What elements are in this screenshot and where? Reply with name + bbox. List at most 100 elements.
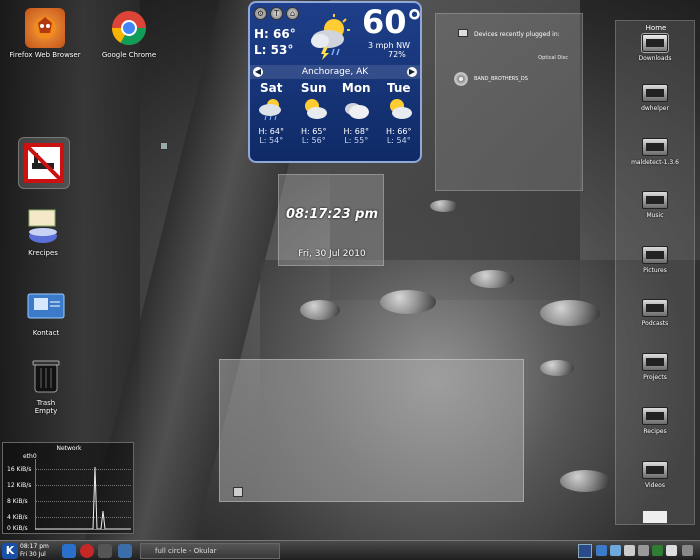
no-entry-icon (18, 137, 70, 189)
partly-cloudy-icon (389, 99, 412, 119)
folder-item[interactable]: Pictures (626, 246, 684, 274)
temperature-unit-icon[interactable]: T (270, 7, 283, 20)
forecast-day: Mon H: 68° L: 55° (335, 81, 378, 145)
folder-name: Projects (643, 374, 667, 381)
small-file-icon[interactable] (160, 142, 168, 150)
digital-clock-widget[interactable]: 08:17:23 pm Fri, 30 Jul 2010 (278, 174, 384, 266)
graph-y-label: 8 KiB/s (7, 498, 28, 505)
widget-handle-icon[interactable] (233, 487, 243, 497)
firefox-icon (25, 8, 65, 48)
tray-network-icon[interactable] (610, 545, 621, 556)
pager-desktop-1[interactable] (578, 544, 592, 558)
folder-icon (642, 461, 668, 479)
water-drop (470, 270, 514, 288)
forecast-low: L: 56° (301, 136, 326, 145)
graph-y-label: 12 KiB/s (7, 482, 32, 489)
home-icon[interactable]: ⌂ (286, 7, 299, 20)
forecast-day-name: Mon (341, 81, 371, 95)
folder-item[interactable]: dwhelper (626, 84, 684, 112)
taskbar-clock-time: 08:17 pm (20, 543, 49, 550)
taskbar-clock-date: Fri 30 Jul (20, 551, 46, 558)
folder-item[interactable]: Podcasts (626, 299, 684, 327)
power-icon[interactable] (80, 544, 94, 558)
clock-date: Fri, 30 Jul 2010 (298, 249, 366, 259)
forecast-day-name: Sat (260, 81, 283, 95)
device-item[interactable]: BAND_BROTHERS_DS (454, 72, 528, 86)
desktop-icon-label: Trash Empty (34, 399, 58, 415)
folder-view-widget: Home Downloads dwhelper maldetect-1.3.6 … (615, 20, 695, 525)
desktop-icon-no-entry[interactable] (4, 137, 84, 189)
current-temperature: 60° (362, 3, 423, 41)
device-name: BAND_BROTHERS_DS (474, 76, 528, 82)
graph-baseline (35, 529, 131, 530)
desktop-icon-chrome[interactable]: Google Chrome (89, 8, 169, 59)
clock-time: 08:17:23 pm (285, 207, 379, 222)
file-icon[interactable] (643, 511, 667, 523)
taskbar-task-label: full circle - Okular (155, 547, 217, 555)
weather-widget: ⚙ T ⌂ H: 66° L: 53° 60° 3 mph NW 72% ◀ A… (248, 1, 423, 163)
folder-name: Podcasts (641, 320, 669, 327)
taskbar-task-okular[interactable]: full circle - Okular (140, 543, 280, 559)
tray-display-icon[interactable] (596, 545, 607, 556)
forecast-high: H: 65° (301, 127, 327, 136)
next-location-arrow-icon[interactable]: ▶ (407, 67, 417, 77)
forecast-day: Sun H: 65° L: 56° (293, 81, 336, 145)
folder-icon (641, 33, 669, 53)
weather-location: Anchorage, AK (301, 67, 369, 77)
folder-name: Videos (645, 482, 665, 489)
terminal-icon[interactable] (98, 544, 112, 558)
tray-printer-icon[interactable] (624, 545, 635, 556)
weather-current: ⚙ T ⌂ H: 66° L: 53° 60° 3 mph NW 72% (250, 3, 423, 65)
folder-name: Recipes (643, 428, 667, 435)
show-desktop-icon[interactable] (118, 544, 132, 558)
kontact-icon (26, 286, 66, 326)
folder-name: Music (646, 212, 664, 219)
forecast-low: L: 54° (259, 136, 284, 145)
tray-shield-icon[interactable] (652, 545, 663, 556)
thunderstorm-icon (311, 14, 350, 60)
folder-item[interactable]: Music (626, 191, 684, 219)
folder-item[interactable]: Downloads (626, 33, 684, 62)
forecast-day-name: Sun (300, 81, 327, 95)
forecast-high: H: 64° (258, 127, 284, 136)
tray-clipboard-icon[interactable] (638, 545, 649, 556)
folder-name: Pictures (643, 267, 667, 274)
empty-widget-panel (219, 359, 524, 502)
device-notifier-widget: Devices recently plugged in: Optical Dis… (435, 13, 583, 191)
folder-item[interactable]: Projects (626, 353, 684, 381)
desktop-icon-firefox[interactable]: Firefox Web Browser (5, 8, 85, 59)
water-drop (300, 300, 340, 320)
kde-menu-launcher-icon[interactable]: K (2, 543, 18, 559)
settings-icon[interactable]: ⚙ (254, 7, 267, 20)
krecipes-icon (23, 206, 63, 246)
folder-view-title: Home (645, 24, 667, 32)
folder-item[interactable]: Videos (626, 461, 684, 489)
graph-y-label: 4 KiB/s (7, 514, 28, 521)
folder-icon (642, 353, 668, 371)
forecast-day-name: Tue (386, 81, 411, 95)
folder-name: dwhelper (641, 105, 669, 112)
forecast-low: L: 54° (386, 136, 411, 145)
taskbar-clock[interactable]: 08:17 pm Fri 30 Jul (20, 543, 60, 559)
folder-item[interactable]: maldetect-1.3.6 (626, 138, 684, 166)
optical-disc-icon (454, 72, 468, 86)
folder-icon (642, 246, 668, 264)
graph-y-label: 16 KiB/s (7, 466, 32, 473)
humidity: 72% (388, 50, 406, 59)
tray-expand-icon[interactable] (682, 545, 693, 556)
desktop-icon-kontact[interactable]: Kontact (6, 286, 86, 337)
forecast-day: Sat H: 64° L: 54° (250, 81, 293, 145)
tray-volume-icon[interactable] (666, 545, 677, 556)
network-monitor-widget: Network eth0 16 KiB/s 12 KiB/s 8 KiB/s 4… (2, 442, 134, 534)
desktop-icon-krecipes[interactable]: Krecipes (3, 206, 83, 257)
chrome-icon (109, 8, 149, 48)
home-folder-icon[interactable] (62, 544, 76, 558)
desktop-icon-trash[interactable]: Trash Empty (6, 356, 86, 415)
partly-cloudy-icon (304, 99, 327, 119)
folder-item[interactable]: Recipes (626, 407, 684, 435)
taskbar: K 08:17 pm Fri 30 Jul full circle - Okul… (0, 540, 700, 560)
weather-high: H: 66° (254, 27, 296, 41)
previous-location-arrow-icon[interactable]: ◀ (253, 67, 263, 77)
network-title: Network (56, 445, 82, 452)
weather-location-bar: ◀ Anchorage, AK ▶ (250, 65, 420, 79)
